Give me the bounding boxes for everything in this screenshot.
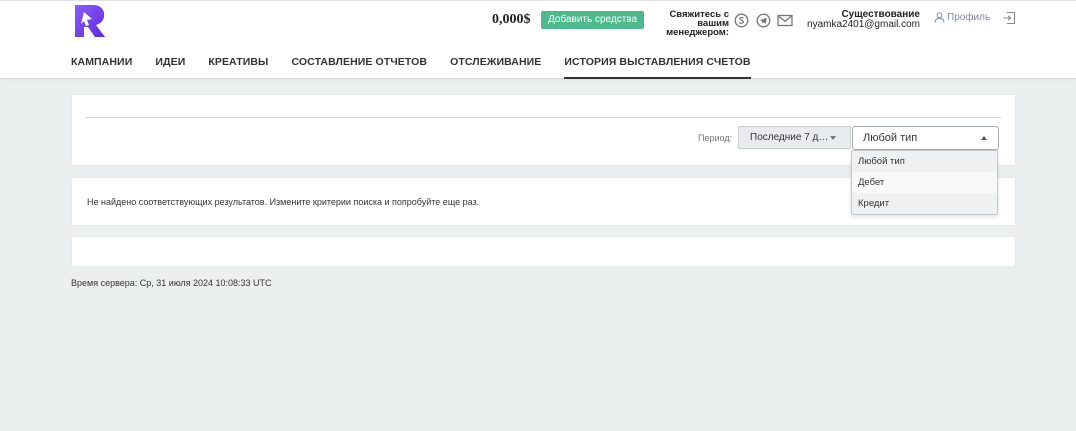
type-dropdown-menu: Любой тип Дебет Кредит [851,150,998,215]
type-option-credit[interactable]: Кредит [852,193,997,214]
type-select[interactable]: Любой тип [852,126,999,150]
nav-item-tracking[interactable]: ОТСЛЕЖИВАНИЕ [450,56,541,79]
nav-item-campaigns[interactable]: КАМПАНИИ [71,56,132,79]
no-results-message: Не найдено соответствующих результатов. … [87,197,480,207]
top-header: 0,000$ Добавить средства Свяжитесь с ваш… [0,0,1076,79]
period-label: Период: [698,133,733,143]
divider [86,117,1001,118]
logo-icon[interactable] [73,4,106,38]
contact-label-line: менеджером: [666,27,729,38]
logout-icon[interactable] [1002,11,1016,25]
balance-amount: 0,000$ [492,12,531,27]
profile-label: Профиль [947,12,991,23]
user-icon [934,12,945,23]
chevron-down-icon [830,136,836,140]
skype-icon[interactable] [734,13,749,28]
type-select-value: Любой тип [863,132,918,144]
main-nav: КАМПАНИИ ИДЕИ КРЕАТИВЫ СОСТАВЛЕНИЕ ОТЧЕТ… [71,56,774,79]
user-info: Существование nyamka2401@gmail.com [807,10,920,30]
nav-item-ideas[interactable]: ИДЕИ [155,56,185,79]
chevron-up-icon [981,136,987,140]
manager-contact-label: Свяжитесь с вашим менеджером: [657,10,729,38]
pagination-panel [71,236,1016,267]
period-select[interactable]: Последние 7 д… [738,126,851,149]
user-email: nyamka2401@gmail.com [807,19,920,30]
type-option-any[interactable]: Любой тип [852,151,997,172]
nav-item-creatives[interactable]: КРЕАТИВЫ [208,56,268,79]
add-funds-button[interactable]: Добавить средства [541,11,645,29]
server-time: Время сервера: Ср, 31 июля 2024 10:08:33… [71,278,272,288]
profile-link[interactable]: Профиль [934,12,990,23]
mail-icon[interactable] [777,13,793,28]
nav-item-billing-history[interactable]: ИСТОРИЯ ВЫСТАВЛЕНИЯ СЧЕТОВ [564,56,751,79]
type-option-debit[interactable]: Дебет [852,172,997,193]
nav-item-reports[interactable]: СОСТАВЛЕНИЕ ОТЧЕТОВ [291,56,427,79]
telegram-icon[interactable] [756,13,771,28]
period-select-value: Последние 7 д… [750,132,829,143]
